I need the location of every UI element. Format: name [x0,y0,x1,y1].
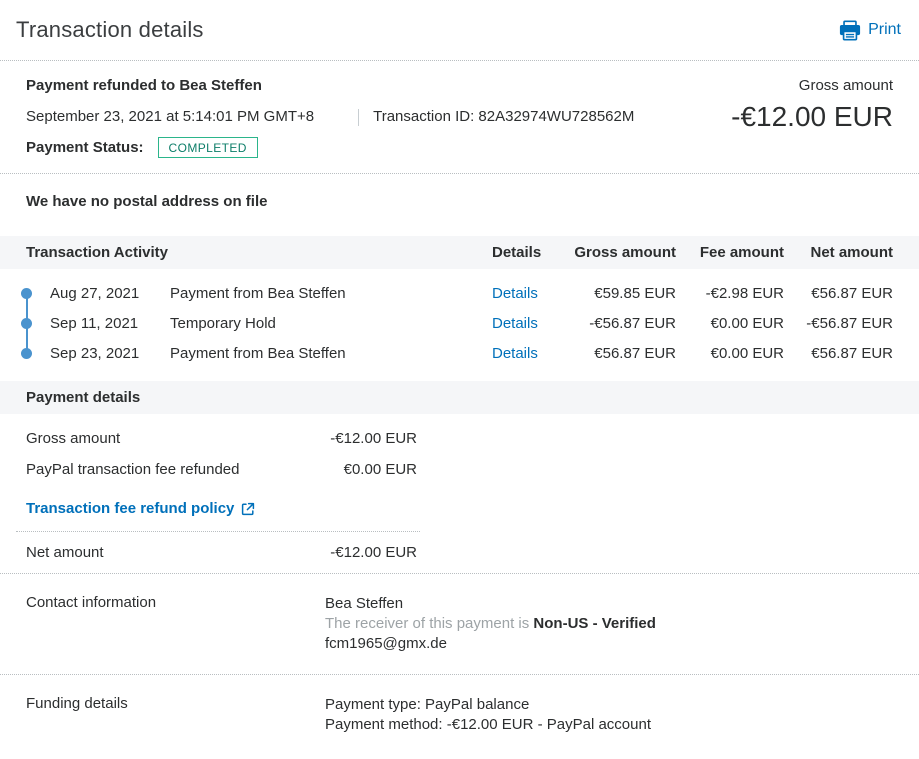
payment-details-title: Payment details [26,389,141,406]
transaction-id: Transaction ID: 82A32974WU728562M [373,108,635,125]
payment-method: Payment method: -€12.00 EUR - PayPal acc… [325,716,652,733]
activity-net: €56.87 EUR [811,344,893,362]
pd-gross-label: Gross amount [26,430,121,447]
activity-gross: €59.85 EUR [594,284,676,302]
page-title: Transaction details [16,17,204,42]
contact-email: fcm1965@gmx.de [325,635,447,652]
net-amount-label: Net amount [26,544,104,561]
receiver-status: Non-US - Verified [533,615,656,632]
funding-details-value: Payment type: PayPal balance Payment met… [325,695,893,735]
pd-gross-value: -€12.00 EUR [330,430,417,447]
contact-information-label: Contact information [26,594,157,611]
transaction-details-page: Transaction details Print Payment refund… [0,0,919,759]
table-row: Aug 27, 2021 Payment from Bea Steffen De… [0,278,919,308]
pd-fee-label: PayPal transaction fee refunded [26,461,240,478]
details-link[interactable]: Details [492,345,538,362]
print-icon [839,20,861,41]
timeline-cell [16,347,50,359]
print-button[interactable]: Print [839,20,903,41]
timeline-line [26,293,28,353]
activity-fee: -€2.98 EUR [705,284,784,302]
funding-details-section: Funding details Payment type: PayPal bal… [0,675,919,755]
column-header-details: Details [492,244,542,261]
column-header-fee: Fee amount [699,244,784,261]
details-link[interactable]: Details [492,285,538,302]
activity-date: Sep 11, 2021 [50,314,139,332]
transaction-activity-title: Transaction Activity [26,244,168,261]
summary-right: Gross amount -€12.00 EUR [731,76,893,134]
net-amount-row: Net amount -€12.00 EUR [26,544,417,561]
activity-gross: -€56.87 EUR [589,314,676,332]
payment-details-rows: Gross amount -€12.00 EUR PayPal transact… [0,414,919,574]
payment-status-row: Payment Status: COMPLETED [26,137,634,158]
page-header: Transaction details Print [0,0,919,61]
table-row: Sep 11, 2021 Temporary Hold Details -€56… [0,308,919,338]
payment-detail-row: PayPal transaction fee refunded €0.00 EU… [26,459,417,480]
divider [16,531,420,532]
activity-description: Payment from Bea Steffen [170,284,346,302]
gross-amount-label: Gross amount [798,77,893,94]
contact-name: Bea Steffen [325,595,404,612]
pd-fee-value: €0.00 EUR [343,461,417,478]
external-link-icon [241,502,255,516]
vertical-separator [358,108,360,126]
activity-date: Aug 27, 2021 [50,284,140,302]
print-label: Print [868,21,901,38]
payment-status-label: Payment Status: [26,139,144,156]
column-header-gross: Gross amount [574,244,676,261]
payment-type: Payment type: PayPal balance [325,696,530,713]
activity-net: €56.87 EUR [811,284,893,302]
activity-fee: €0.00 EUR [710,314,784,332]
contact-information-value: Bea Steffen The receiver of this payment… [325,594,893,654]
summary-section: Payment refunded to Bea Steffen Septembe… [0,61,919,174]
activity-date: Sep 23, 2021 [50,344,140,362]
table-row: Sep 23, 2021 Payment from Bea Steffen De… [0,338,919,368]
activity-description: Payment from Bea Steffen [170,344,346,362]
policy-link-label: Transaction fee refund policy [26,500,235,517]
activity-fee: €0.00 EUR [710,344,784,362]
payment-details-header: Payment details [0,381,919,414]
postal-address-note: We have no postal address on file [26,193,268,210]
summary-heading: Payment refunded to Bea Steffen [26,77,262,94]
funding-details-label: Funding details [26,695,128,712]
activity-gross: €56.87 EUR [594,344,676,362]
receiver-prefix: The receiver of this payment is [325,615,534,632]
transaction-activity-header: Transaction Activity Details Gross amoun… [0,236,919,269]
gross-amount-value: -€12.00 EUR [731,101,893,132]
transaction-date: September 23, 2021 at 5:14:01 PM GMT+8 [26,108,315,125]
details-link[interactable]: Details [492,315,538,332]
timeline-cell [16,317,50,329]
timeline-cell [16,287,50,299]
payment-detail-row: Gross amount -€12.00 EUR [26,428,417,449]
activity-description: Temporary Hold [170,314,276,332]
status-badge: COMPLETED [157,137,258,158]
contact-information-section: Contact information Bea Steffen The rece… [0,574,919,674]
net-amount-value: -€12.00 EUR [330,544,417,561]
activity-net: -€56.87 EUR [806,314,893,332]
receiver-status-line: The receiver of this payment is Non-US -… [325,614,893,634]
transaction-activity-rows: Aug 27, 2021 Payment from Bea Steffen De… [0,269,919,381]
column-header-net: Net amount [810,244,894,261]
summary-left: Payment refunded to Bea Steffen Septembe… [26,76,634,158]
transaction-fee-refund-policy-link[interactable]: Transaction fee refund policy [26,500,255,517]
summary-meta: September 23, 2021 at 5:14:01 PM GMT+8 T… [26,107,634,127]
